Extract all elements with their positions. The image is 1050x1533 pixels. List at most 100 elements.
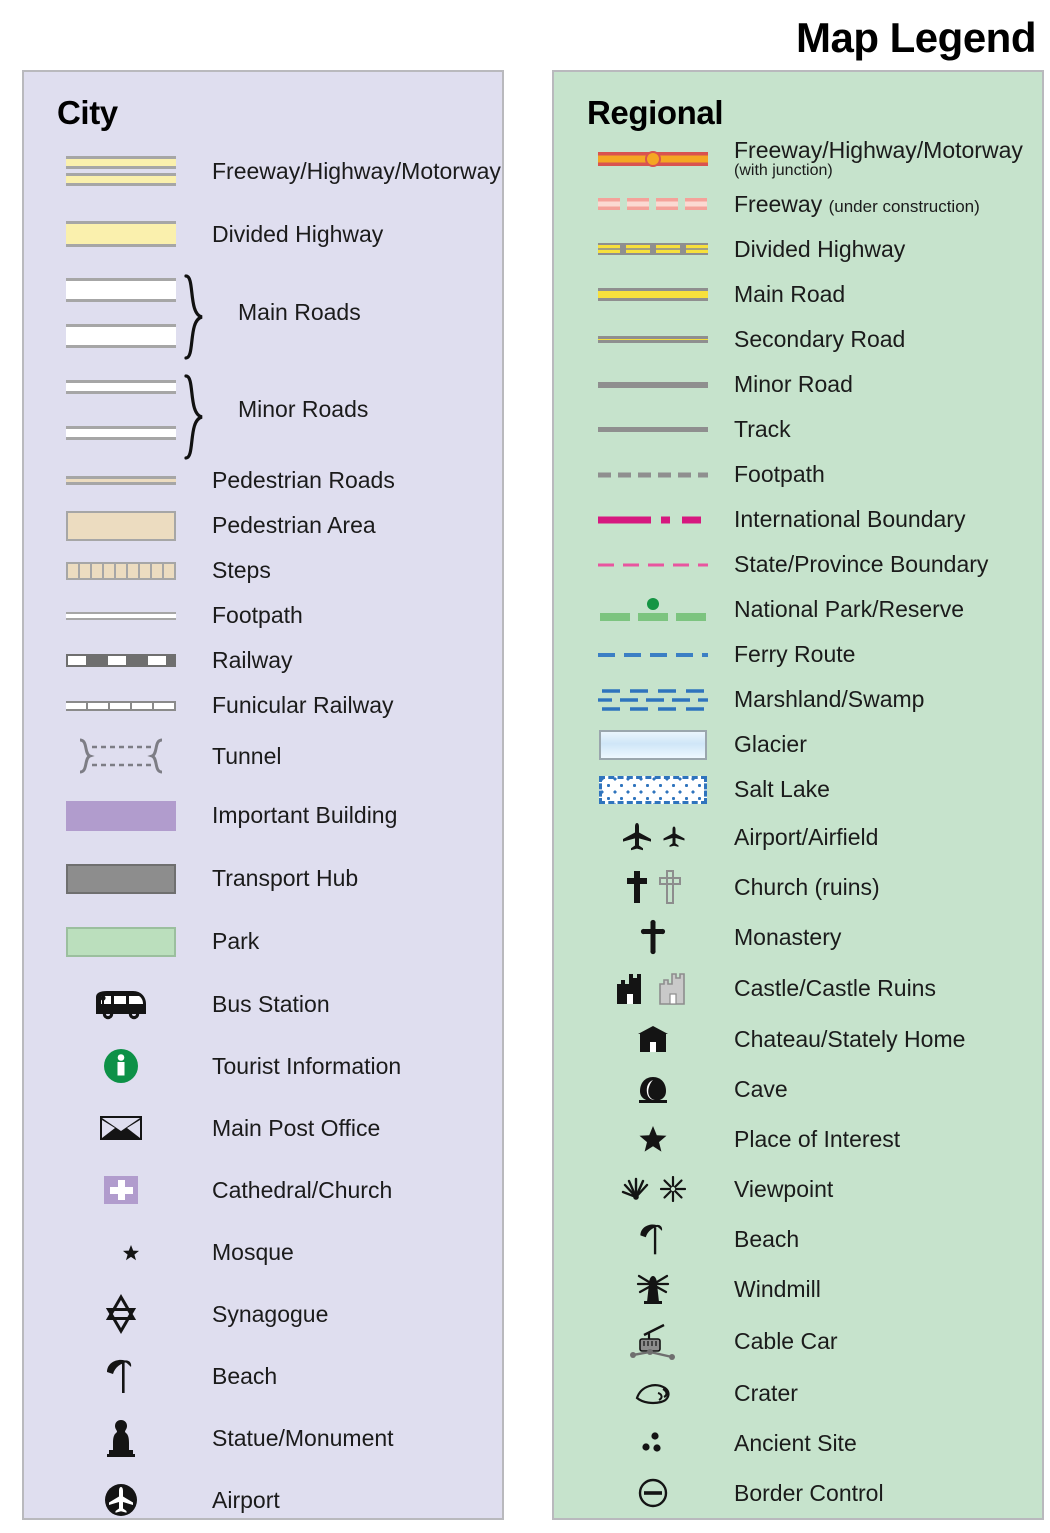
legend-row-regional-border-control: Border Control [554,1468,1042,1518]
symbol-freeway-red-with-junction [594,147,712,171]
legend-label: Salt Lake [734,776,830,803]
regional-panel-heading: Regional [587,94,724,131]
chateau-icon [594,1024,712,1054]
symbol-track-gray-line [594,427,712,432]
legend-label: Chateau/Stately Home [734,1025,966,1052]
legend-row-regional-minor-road: Minor Road [554,362,1042,407]
cross-pair-icon [594,870,712,904]
legend-label: Cave [734,1075,788,1102]
legend-row-regional-beach: Beach [554,1214,1042,1264]
brace-bracket [184,273,206,360]
legend-row-regional-divided-highway: Divided Highway [554,226,1042,272]
legend-label: Castle/Castle Ruins [734,974,936,1001]
legend-row-regional-ancient-site: Ancient Site [554,1418,1042,1468]
legend-label: Important Building [212,802,398,829]
symbol-national-park-green-dashed-dot [594,597,712,623]
legend-label: International Boundary [734,506,966,533]
legend-label: Airport/Airfield [734,823,879,850]
legend-label: Ferry Route [734,641,856,668]
legend-row-city-divided-highway: Divided Highway [24,204,502,264]
envelope-icon [62,1112,180,1144]
legend-label: Main Road [734,281,846,308]
legend-label: Pedestrian Roads [212,467,395,494]
legend-row-city-footpath: Footpath [24,593,502,638]
legend-label: Footpath [734,461,825,488]
legend-label: National Park/Reserve [734,596,965,623]
legend-row-city-park: Park [24,910,502,973]
star-of-david-icon [62,1293,180,1335]
legend-label: Pedestrian Area [212,512,376,539]
legend-label: Secondary Road [734,326,906,353]
legend-label: Synagogue [212,1300,329,1327]
legend-row-city-freeway: Freeway/Highway/Motorway [24,138,502,204]
legend-row-regional-cable-car: Cable Car [554,1314,1042,1368]
legend-label: Minor Road [734,371,853,398]
symbol-steps-segments [62,561,180,580]
ornate-cross-icon [594,919,712,955]
legend-label: Mosque [212,1238,294,1265]
legend-row-city-steps: Steps [24,548,502,593]
legend-label: Freeway/Highway/Motorway [212,157,501,184]
symbol-freeway-double-yellow [62,156,180,186]
cable-car-icon [594,1321,712,1361]
castle-solid-icon [616,974,641,1004]
legend-label: Bus Station [212,990,330,1017]
legend-label: Border Control [734,1479,884,1506]
city-panel-heading: City [57,94,118,131]
symbol-minor-road-cream [594,381,712,388]
legend-label: Ancient Site [734,1429,857,1456]
symbol-salt-lake-dotted-block [594,775,712,804]
castle-pair-icon [594,970,712,1006]
viewpoint-pair-icon [594,1176,712,1202]
symbol-glacier-gradient-block [594,729,712,760]
city-legend-list: Freeway/Highway/Motorway Divided Highway [24,138,502,1518]
legend-label: Main Roads [238,299,361,326]
symbol-divided-highway-yellow [62,221,180,247]
legend-label: Track [734,416,791,443]
legend-row-city-synagogue: Synagogue [24,1283,502,1345]
legend-label: Beach [734,1225,800,1252]
symbol-tan-thin-bar [62,476,180,485]
symbol-purple-block [62,800,180,831]
legend-label: Tourist Information [212,1052,402,1079]
legend-label: Footpath [212,602,303,629]
legend-label: Funicular Railway [212,692,394,719]
legend-label: Church (ruins) [734,873,880,900]
legend-label: Airport [212,1486,280,1513]
legend-row-city-minor-roads: Minor Roads [24,361,502,460]
symbol-tan-block [62,510,180,541]
legend-row-regional-footpath: Footpath [554,452,1042,497]
cross-on-purple-square-icon [62,1173,180,1207]
border-control-icon [594,1477,712,1509]
legend-label: Monastery [734,923,842,950]
castle-ruins-icon [658,973,685,1005]
legend-row-regional-salt-lake: Salt Lake [554,767,1042,812]
crater-icon [594,1380,712,1406]
legend-label-text: Freeway [734,190,823,217]
legend-label: Park [212,928,260,955]
legend-row-city-bus-station: Bus Station [24,973,502,1035]
regional-legend-panel: Regional Freeway/Highway/Motorway (with … [552,70,1044,1520]
symbol-thin-white-line [62,611,180,620]
legend-label: Divided Highway [212,220,384,247]
symbol-marshland-blue-dashes [594,687,712,713]
legend-row-regional-monastery: Monastery [554,912,1042,962]
legend-row-regional-crater: Crater [554,1368,1042,1418]
symbol-two-thin-white-bars-brace [62,373,203,460]
symbol-footpath-gray-dashed [594,471,712,479]
regional-legend-list: Freeway/Highway/Motorway (with junction) [554,136,1042,1518]
legend-row-city-pedestrian-roads: Pedestrian Roads [24,458,502,503]
legend-row-city-post-office: Main Post Office [24,1097,502,1159]
legend-label: Cable Car [734,1327,838,1354]
legend-label: Glacier [734,731,807,758]
brace-bracket [184,373,206,460]
legend-sublabel: (with junction) [734,162,833,180]
legend-row-city-cathedral: Cathedral/Church [24,1159,502,1221]
legend-row-regional-ferry-route: Ferry Route [554,632,1042,677]
legend-row-regional-marshland: Marshland/Swamp [554,677,1042,722]
legend-row-regional-secondary-road: Secondary Road [554,317,1042,362]
legend-row-regional-freeway: Freeway/Highway/Motorway (with junction) [554,136,1042,182]
information-circle-icon [62,1045,180,1087]
legend-label: Steps [212,557,271,584]
symbol-main-road-yellow [594,288,712,301]
